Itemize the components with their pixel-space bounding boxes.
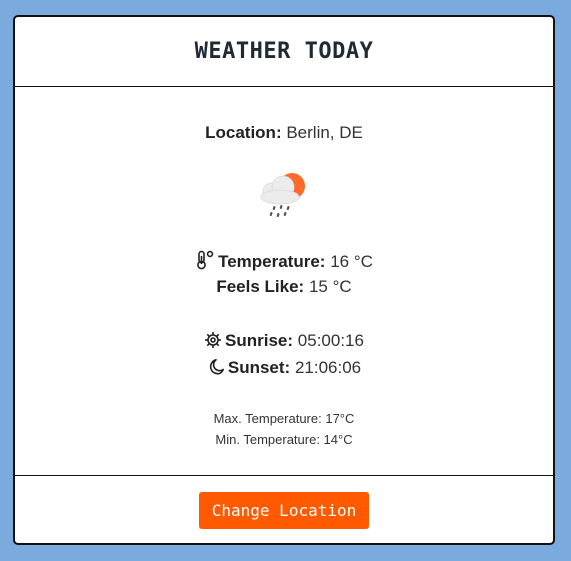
max-temperature: Max. Temperature: 17°C <box>213 411 355 426</box>
change-location-button[interactable]: Change Location <box>198 492 370 529</box>
temperature-label: Temperature: <box>218 252 326 271</box>
rain-cloud-sun-icon <box>260 173 305 218</box>
sunset-label: Sunset: <box>227 358 291 377</box>
weather-card: WEATHER TODAY Location: Berlin, DE Tempe… <box>13 15 555 545</box>
sunrise-row: Sunrise: 05:00:16 <box>15 331 553 354</box>
temperature-value: 16 °C <box>330 252 373 271</box>
card-header: WEATHER TODAY <box>15 17 553 87</box>
feels-like-label: Feels Like: <box>216 277 305 296</box>
sunset-row: Sunset: 21:06:06 <box>15 358 553 381</box>
weather-details: Location: Berlin, DE Temperature: 16 °C … <box>15 87 553 476</box>
location-label: Location: <box>205 123 282 142</box>
moon-icon <box>207 358 225 381</box>
sunrise-label: Sunrise: <box>225 331 294 350</box>
temperature-row: Temperature: 16 °C <box>15 250 553 275</box>
page-title: WEATHER TODAY <box>194 39 374 64</box>
min-temperature: Min. Temperature: 14°C <box>215 432 353 447</box>
location-row: Location: Berlin, DE <box>15 123 553 143</box>
sunrise-value: 05:00:16 <box>297 331 364 350</box>
feels-like-row: Feels Like: 15 °C <box>15 277 553 297</box>
weather-condition <box>15 167 553 223</box>
location-value: Berlin, DE <box>286 123 363 142</box>
card-footer: Change Location <box>15 476 553 545</box>
sunset-value: 21:06:06 <box>294 358 362 377</box>
thermometer-icon <box>195 250 215 275</box>
feels-like-value: 15 °C <box>308 277 352 296</box>
gear-icon <box>204 331 222 354</box>
